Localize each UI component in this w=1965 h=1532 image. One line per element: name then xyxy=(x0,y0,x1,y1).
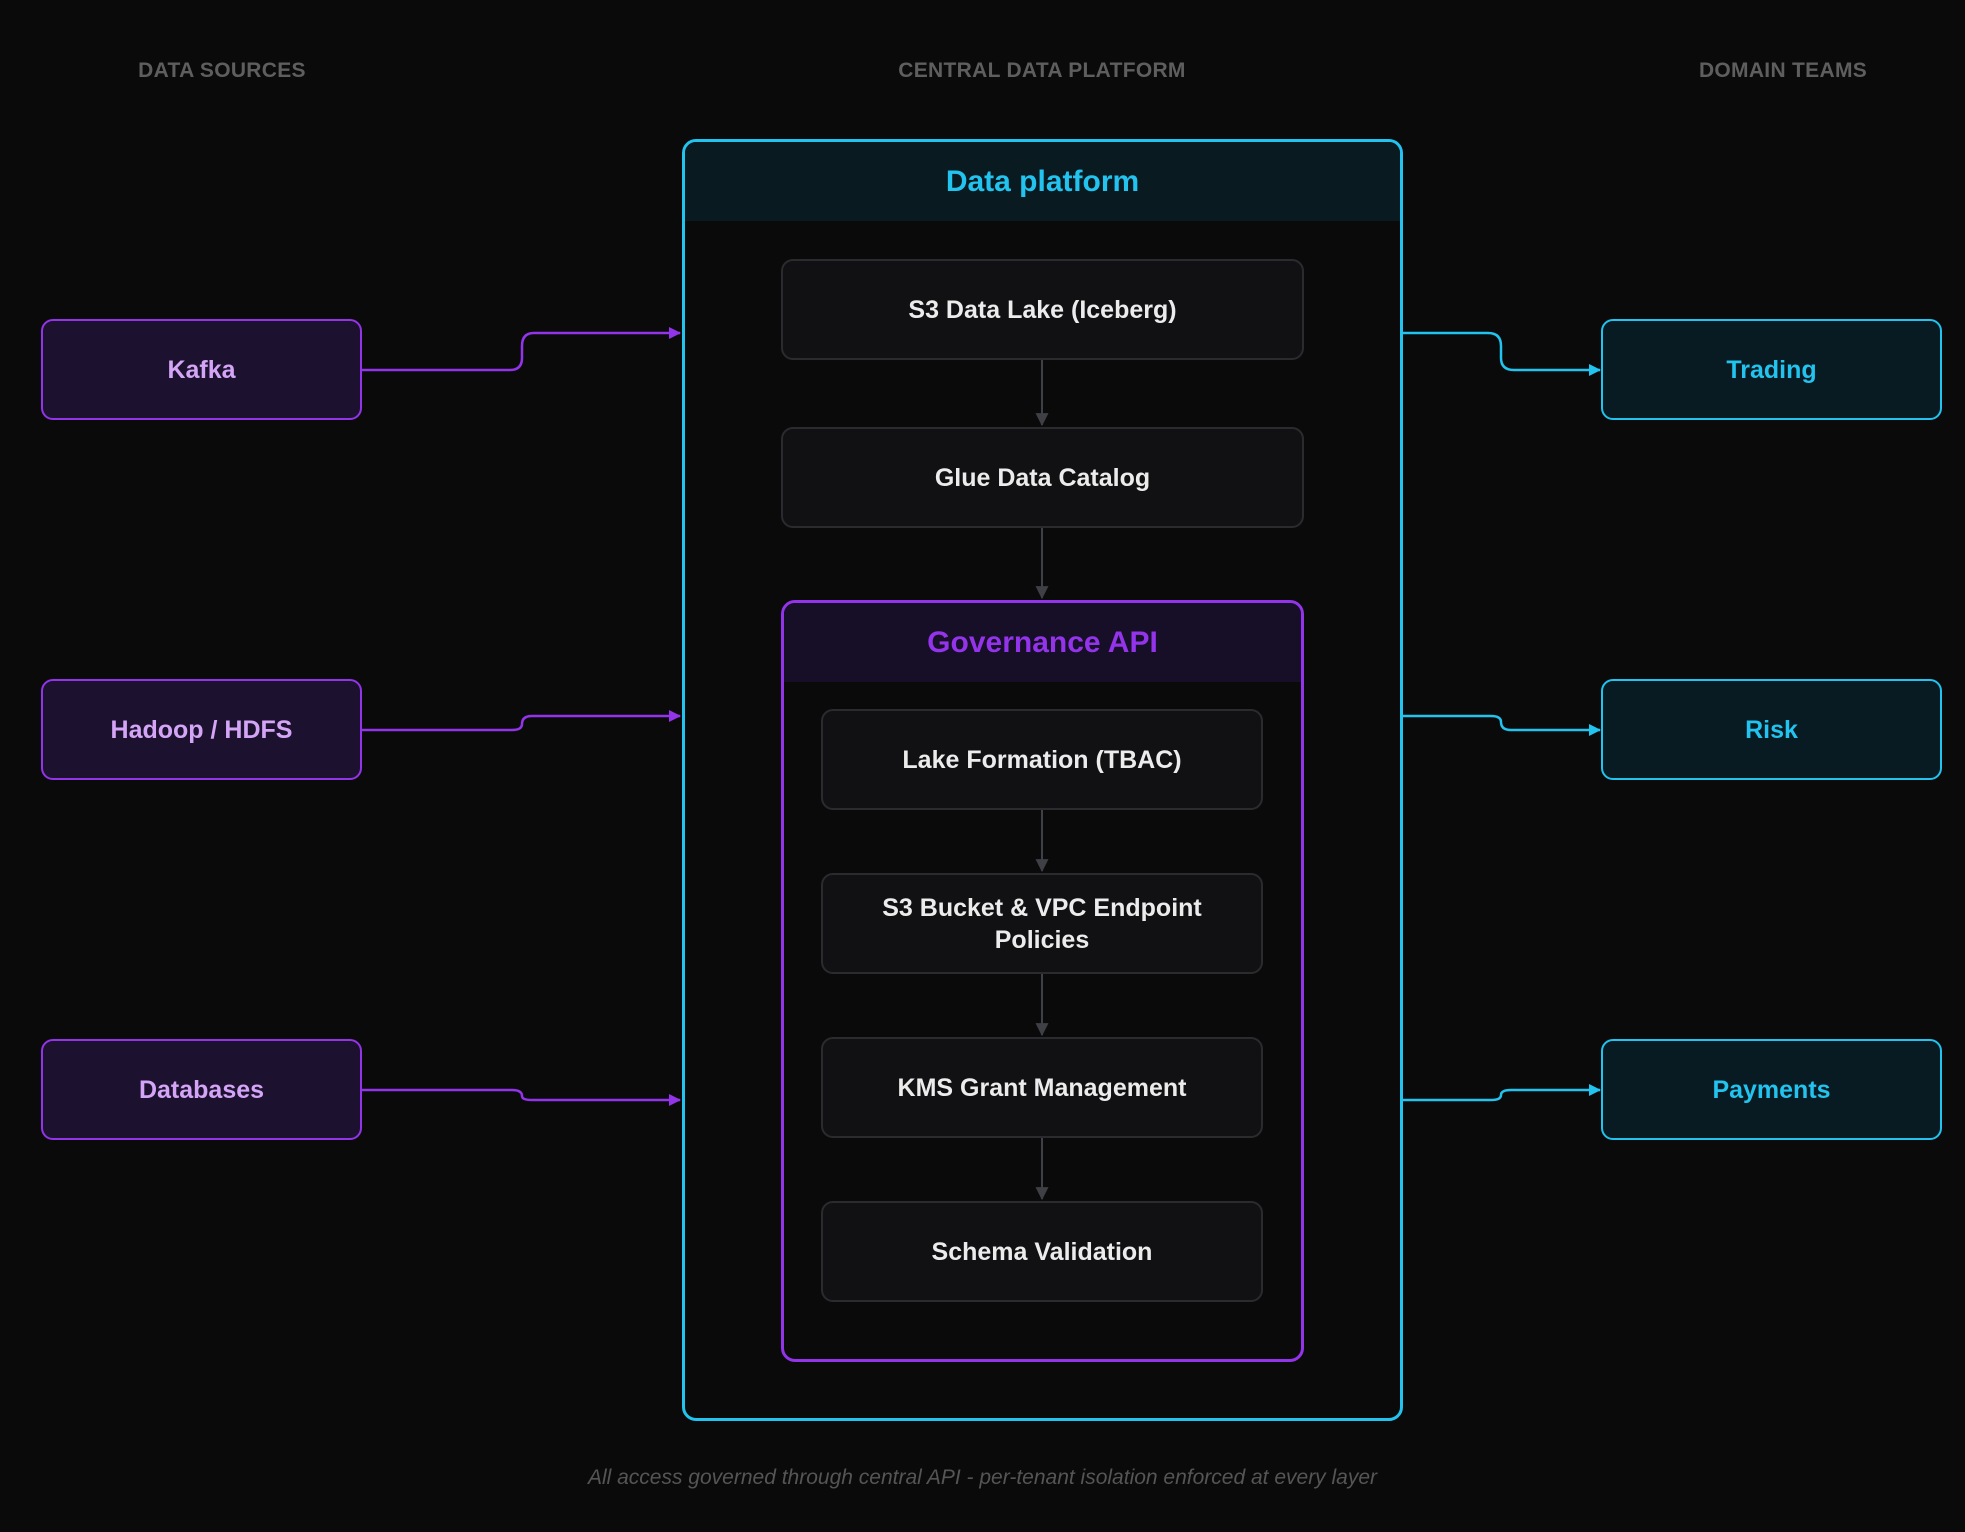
edge-hadoop-to-platform xyxy=(362,710,681,732)
node-glue-data-catalog[interactable]: Glue Data Catalog xyxy=(781,427,1304,528)
node-kms-grant-management[interactable]: KMS Grant Management xyxy=(821,1037,1263,1138)
column-label-sources: DATA SOURCES xyxy=(138,59,306,82)
column-label-platform: CENTRAL DATA PLATFORM xyxy=(898,59,1186,82)
source-hadoop-hdfs[interactable]: Hadoop / HDFS xyxy=(41,679,362,780)
node-s3-bucket-vpc-policies[interactable]: S3 Bucket & VPC Endpoint Policies xyxy=(821,873,1263,974)
domain-risk[interactable]: Risk xyxy=(1601,679,1942,780)
source-databases[interactable]: Databases xyxy=(41,1039,362,1140)
node-schema-validation[interactable]: Schema Validation xyxy=(821,1201,1263,1302)
node-s3-data-lake[interactable]: S3 Data Lake (Iceberg) xyxy=(781,259,1304,360)
footer-caption: All access governed through central API … xyxy=(587,1466,1378,1489)
architecture-diagram: DATA SOURCES CENTRAL DATA PLATFORM DOMAI… xyxy=(0,0,1965,1532)
edge-kafka-to-platform xyxy=(362,327,681,372)
column-label-domains: DOMAIN TEAMS xyxy=(1698,59,1868,82)
edge-platform-to-trading xyxy=(1403,331,1601,376)
governance-api-title: Governance API xyxy=(784,603,1301,682)
edge-platform-to-risk xyxy=(1403,714,1601,736)
domain-trading[interactable]: Trading xyxy=(1601,319,1942,420)
edge-databases-to-platform xyxy=(362,1088,681,1106)
source-kafka[interactable]: Kafka xyxy=(41,319,362,420)
data-platform-title: Data platform xyxy=(685,142,1400,221)
node-lake-formation[interactable]: Lake Formation (TBAC) xyxy=(821,709,1263,810)
edge-platform-to-payments xyxy=(1403,1084,1601,1102)
domain-payments[interactable]: Payments xyxy=(1601,1039,1942,1140)
